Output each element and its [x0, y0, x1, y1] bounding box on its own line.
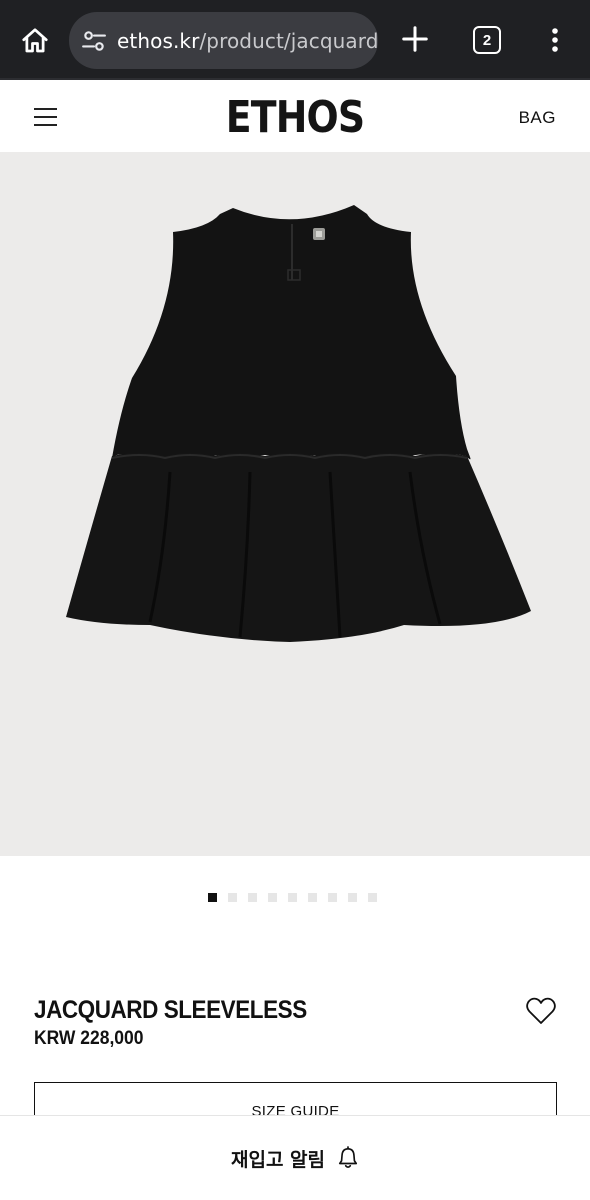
url-path: /product/jacquard-sl — [199, 28, 378, 53]
browser-menu-button[interactable] — [545, 25, 565, 55]
tab-count: 2 — [482, 31, 492, 49]
site-header: ETHOS BAG — [0, 82, 590, 152]
url-text: ethos.kr/product/jacquard-sl — [117, 29, 378, 53]
carousel-dot[interactable] — [208, 893, 217, 902]
tune-icon[interactable] — [81, 28, 107, 54]
carousel-dot[interactable] — [348, 893, 357, 902]
address-bar[interactable]: ethos.kr/product/jacquard-sl — [69, 12, 378, 69]
carousel-dot[interactable] — [228, 893, 237, 902]
bag-link[interactable]: BAG — [519, 108, 556, 128]
bell-icon — [338, 1146, 358, 1168]
home-button[interactable] — [18, 24, 52, 58]
heart-outline-icon — [526, 997, 556, 1024]
url-domain: ethos.kr — [117, 28, 200, 53]
plus-icon — [402, 26, 428, 52]
tab-switcher-button[interactable]: 2 — [473, 26, 501, 54]
carousel-dot[interactable] — [328, 893, 337, 902]
more-vert-icon — [552, 28, 558, 52]
product-name: JACQUARD SLEEVELESS — [34, 996, 307, 1024]
restock-notify-label: 재입고 알림 — [230, 1148, 325, 1171]
carousel-dot[interactable] — [368, 893, 377, 902]
wishlist-button[interactable] — [525, 996, 557, 1026]
home-icon — [22, 28, 48, 53]
carousel-dot[interactable] — [248, 893, 257, 902]
toolbar-divider — [0, 78, 590, 80]
page: ethos.kr/product/jacquard-sl 2 ETHOS BAG — [0, 0, 590, 1200]
browser-toolbar: ethos.kr/product/jacquard-sl 2 — [0, 0, 590, 80]
carousel-dot[interactable] — [288, 893, 297, 902]
product-price: KRW 228,000 — [34, 1028, 144, 1049]
carousel-dot[interactable] — [308, 893, 317, 902]
carousel-dot[interactable] — [268, 893, 277, 902]
carousel-dots — [208, 893, 377, 902]
site-logo[interactable]: ETHOS — [41, 92, 548, 143]
new-tab-button[interactable] — [400, 24, 430, 54]
sleeveless-top-illustration — [66, 205, 531, 642]
restock-notify-button[interactable]: 재입고 알림 — [0, 1115, 590, 1200]
product-image[interactable] — [0, 152, 590, 856]
